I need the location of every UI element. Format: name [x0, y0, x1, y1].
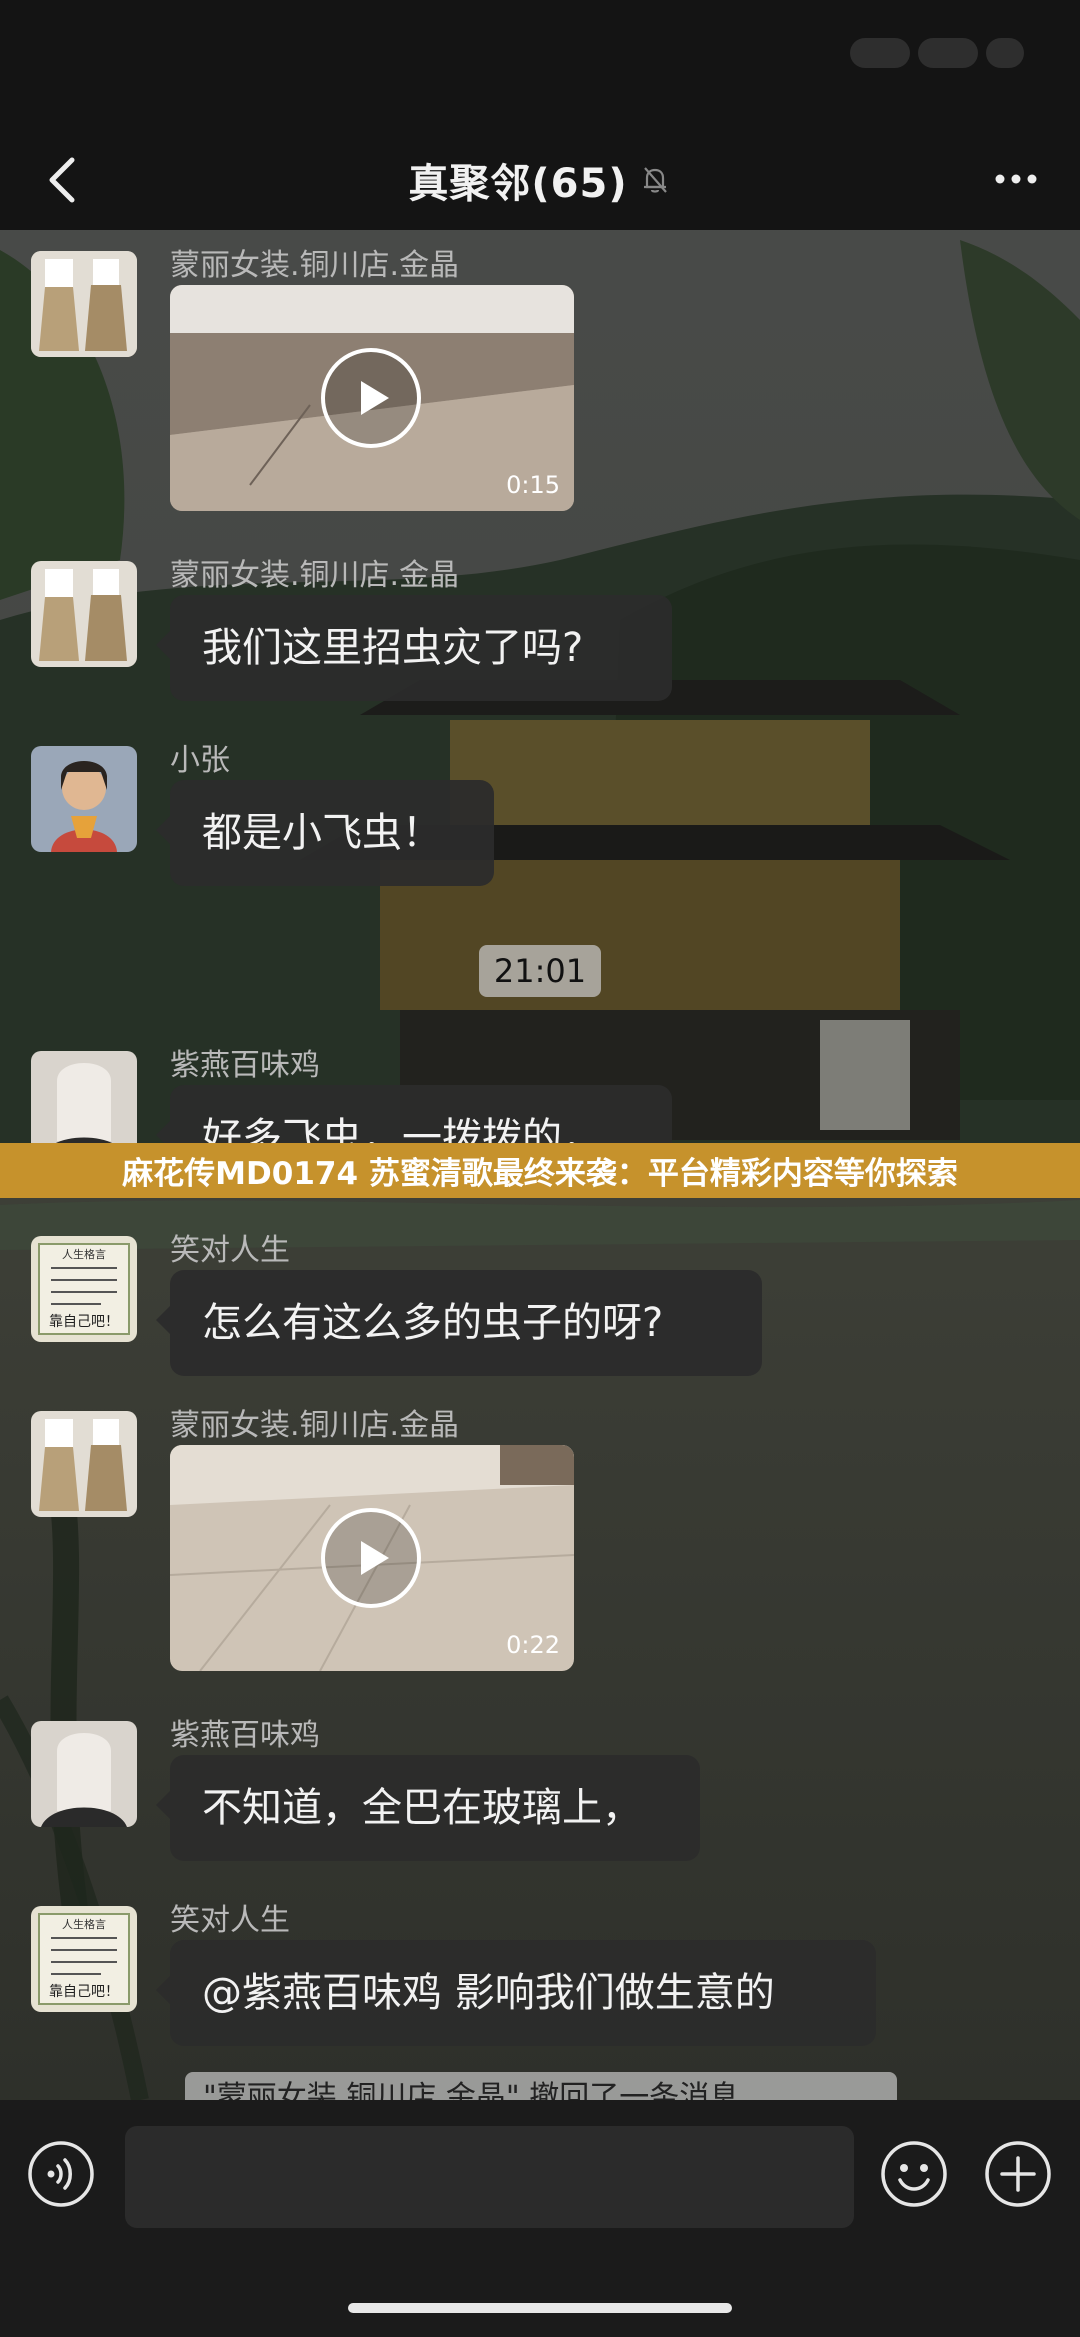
avatar-image	[31, 1721, 137, 1827]
sender-name: 紫燕百味鸡	[170, 1718, 320, 1753]
video-duration: 0:15	[506, 471, 560, 499]
message-bubble[interactable]: 怎么有这么多的虫子的呀?	[156, 1270, 762, 1376]
avatar[interactable]	[31, 1721, 137, 1827]
video-duration: 0:22	[506, 1631, 560, 1659]
battery-icon	[986, 38, 1024, 68]
avatar-poster-title: 人生格言	[62, 1917, 106, 1931]
sender-name: 蒙丽女装.铜川店.金晶	[170, 558, 460, 593]
avatar-image: 人生格言 靠自己吧！	[31, 1236, 137, 1342]
sender-name: 蒙丽女装.铜川店.金晶	[170, 248, 460, 283]
play-icon[interactable]	[320, 1507, 422, 1609]
avatar[interactable]	[31, 1411, 137, 1517]
sender-name: 笑对人生	[170, 1233, 290, 1268]
message-bubble[interactable]: 我们这里招虫灾了吗?	[156, 595, 672, 701]
emoji-icon[interactable]	[880, 2140, 948, 2208]
message-bubble[interactable]: 都是小飞虫！	[156, 780, 494, 886]
avatar-image	[31, 251, 137, 357]
sender-name: 笑对人生	[170, 1903, 290, 1938]
avatar[interactable]: 人生格言 靠自己吧！	[31, 1236, 137, 1342]
avatar-image	[31, 561, 137, 667]
avatar[interactable]: 人生格言 靠自己吧！	[31, 1906, 137, 2012]
avatar-poster-sign: 靠自己吧！	[49, 1984, 119, 2000]
nav-bar: 真聚邻(65)	[0, 130, 1080, 230]
time-divider: 21:01	[479, 945, 601, 997]
sender-name: 蒙丽女装.铜川店.金晶	[170, 1408, 460, 1443]
home-indicator	[348, 2303, 732, 2313]
chat-title: 真聚邻(65)	[408, 161, 628, 207]
avatar[interactable]	[31, 251, 137, 357]
message-bubble[interactable]: 不知道，全巴在玻璃上，	[156, 1755, 700, 1861]
overlay-banner: 麻花传MD0174 苏蜜清歌最终来袭：平台精彩内容等你探索	[0, 1143, 1080, 1198]
avatar[interactable]	[31, 746, 137, 852]
status-indicator	[850, 38, 910, 68]
avatar[interactable]	[31, 561, 137, 667]
chevron-left-icon[interactable]	[34, 150, 94, 210]
avatar-image	[31, 1051, 137, 1157]
avatar-poster-sign: 靠自己吧！	[49, 1314, 119, 1330]
play-icon[interactable]	[320, 347, 422, 449]
status-bar	[0, 0, 1080, 150]
plus-icon[interactable]	[984, 2140, 1052, 2208]
avatar-image: 人生格言 靠自己吧！	[31, 1906, 137, 2012]
voice-icon[interactable]	[27, 2140, 95, 2208]
chat-title-group[interactable]: 真聚邻(65)	[408, 151, 671, 209]
status-indicator	[918, 38, 978, 68]
message-bubble[interactable]: @紫燕百味鸡 影响我们做生意的	[156, 1940, 876, 2046]
video-message[interactable]: 0:15	[170, 285, 574, 511]
video-message[interactable]: 0:22	[170, 1445, 574, 1671]
more-dots-icon[interactable]	[986, 154, 1046, 204]
avatar[interactable]	[31, 1051, 137, 1157]
avatar-image	[31, 746, 137, 852]
bell-off-icon	[643, 167, 667, 193]
input-bar	[0, 2100, 1080, 2337]
message-input[interactable]	[125, 2126, 854, 2228]
sender-name: 紫燕百味鸡	[170, 1048, 320, 1083]
avatar-image	[31, 1411, 137, 1517]
sender-name: 小张	[170, 743, 230, 778]
avatar-poster-title: 人生格言	[62, 1247, 106, 1261]
